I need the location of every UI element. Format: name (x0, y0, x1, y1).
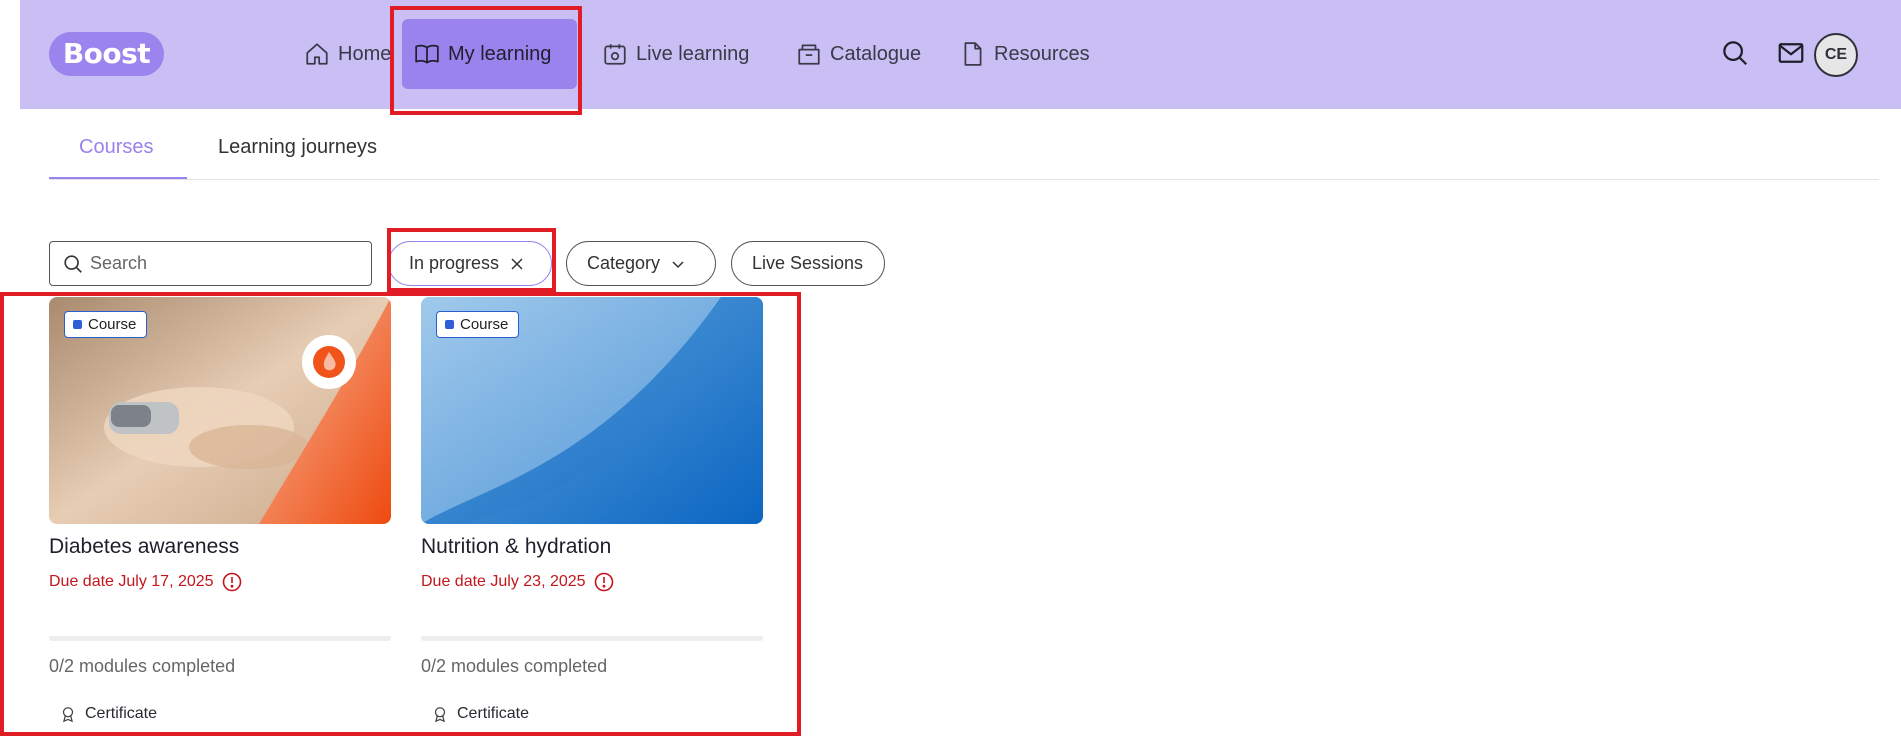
status-filter-label: In progress (409, 253, 500, 273)
nav-home-label: Home (338, 42, 392, 65)
course-thumbnail[interactable]: Course (421, 297, 763, 524)
nav-catalogue-label: Catalogue (830, 42, 922, 65)
modules-completed: 0/2 modules completed (49, 656, 236, 676)
due-date: Due date July 17, 2025 (49, 571, 391, 593)
alert-icon (222, 572, 241, 592)
boost-logo[interactable]: Boost (49, 32, 164, 76)
nav-my-learning[interactable]: My learning (402, 19, 577, 89)
due-date: Due date July 23, 2025 (421, 571, 763, 593)
award-icon (434, 707, 446, 723)
badge-square-icon (73, 320, 82, 329)
due-date-text: Due date July 23, 2025 (421, 573, 586, 590)
home-icon (306, 43, 328, 65)
course-title[interactable]: Nutrition & hydration (421, 535, 763, 563)
badge-square-icon (445, 320, 454, 329)
nav-my-learning-label: My learning (448, 42, 552, 65)
progress-bar (49, 636, 391, 641)
live-sessions-filter-chip[interactable]: Live Sessions (731, 241, 885, 286)
certificate-label: Certificate (49, 705, 391, 723)
catalogue-icon (798, 44, 820, 65)
award-icon (62, 707, 74, 723)
top-navigation-bar: Boost Home My learning Live learning Cat… (20, 0, 1901, 109)
tab-courses[interactable]: Courses (79, 136, 153, 159)
status-filter-chip[interactable]: In progress (388, 241, 552, 286)
course-card[interactable]: Course Nutrition & hydration Due date Ju… (421, 297, 763, 723)
search-icon[interactable] (1720, 38, 1750, 68)
chevron-down-icon (672, 260, 684, 268)
book-icon (415, 44, 439, 64)
badge-label: Course (460, 316, 509, 333)
nav-home[interactable]: Home (292, 19, 403, 89)
course-type-badge: Course (436, 311, 520, 338)
tab-learning-journeys[interactable]: Learning journeys (218, 136, 377, 159)
nav-live-learning-label: Live learning (636, 42, 750, 65)
calendar-camera-icon (604, 44, 626, 65)
certificate-label: Certificate (421, 705, 763, 723)
nav-resources-label: Resources (994, 42, 1090, 65)
category-filter-dropdown[interactable]: Category (566, 241, 716, 286)
course-type-badge: Course (64, 311, 148, 338)
progress-bar (421, 636, 763, 641)
course-title[interactable]: Diabetes awareness (49, 535, 391, 563)
certificate-text: Certificate (457, 705, 530, 722)
tabs-divider (49, 179, 1879, 180)
search-input[interactable] (90, 253, 350, 274)
mail-icon[interactable] (1776, 38, 1806, 68)
nav-catalogue[interactable]: Catalogue (784, 19, 933, 89)
active-tab-indicator (49, 177, 187, 179)
course-card[interactable]: Course Diabetes awareness Due date July … (49, 297, 391, 723)
avatar[interactable]: CE (1814, 33, 1858, 77)
course-thumbnail[interactable]: Course (49, 297, 391, 524)
modules-completed: 0/2 modules completed (421, 656, 608, 676)
search-box[interactable] (49, 241, 372, 286)
badge-label: Course (88, 316, 137, 333)
category-filter-label: Category (587, 253, 661, 273)
document-icon (964, 42, 982, 66)
search-field-icon (64, 254, 82, 273)
alert-icon (594, 572, 613, 592)
live-sessions-filter-label: Live Sessions (752, 253, 864, 273)
nav-live-learning[interactable]: Live learning (590, 19, 761, 89)
due-date-text: Due date July 17, 2025 (49, 573, 214, 590)
nav-resources[interactable]: Resources (948, 19, 1102, 89)
close-icon[interactable] (509, 256, 525, 272)
certificate-text: Certificate (85, 705, 158, 722)
